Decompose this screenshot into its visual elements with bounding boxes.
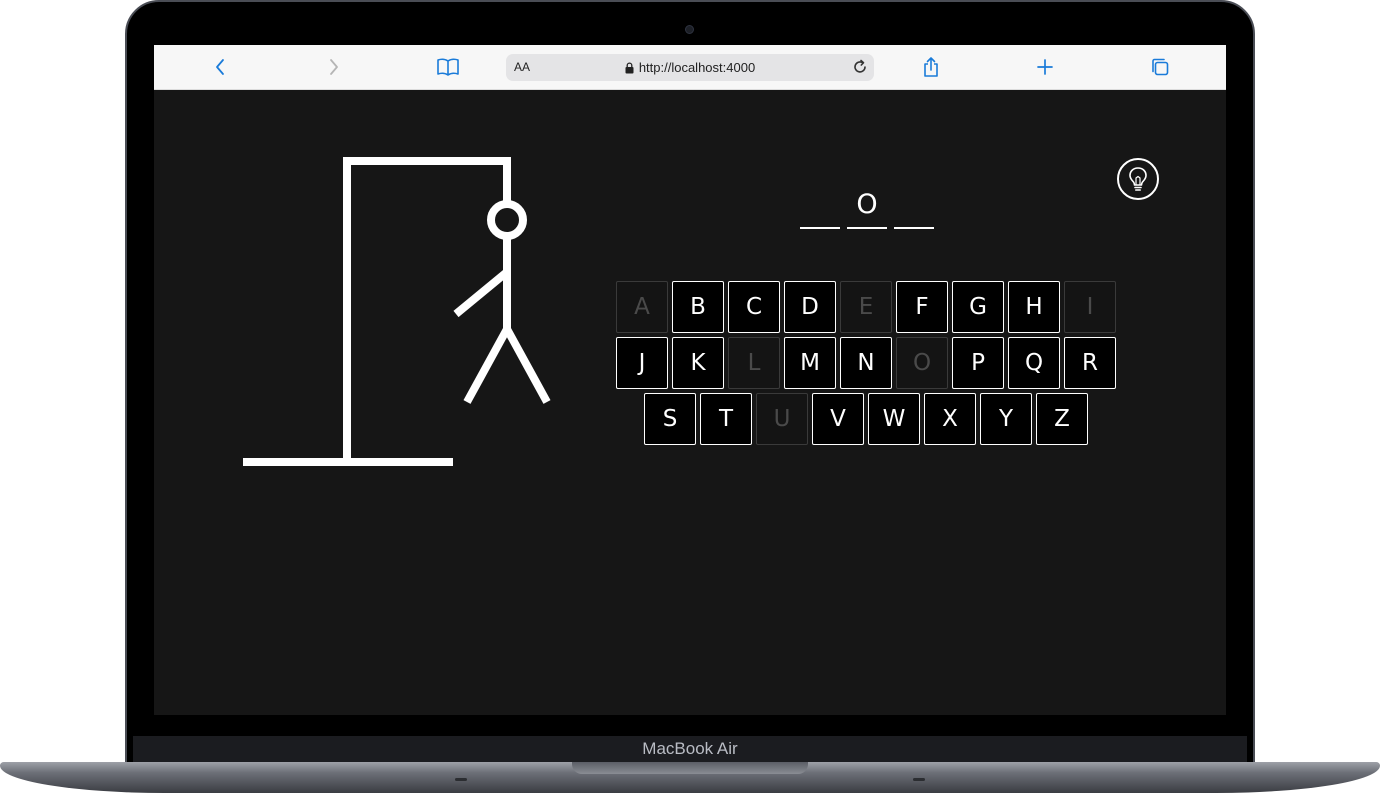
chevron-left-icon <box>216 59 224 75</box>
key-a[interactable]: A <box>616 281 668 333</box>
key-e[interactable]: E <box>840 281 892 333</box>
key-v[interactable]: V <box>812 393 864 445</box>
word-slot <box>800 187 840 229</box>
word-slot <box>894 187 934 229</box>
word-display: O <box>800 187 934 229</box>
hangman-left-arm <box>453 268 510 318</box>
hangman-drawing <box>243 157 551 466</box>
hint-button[interactable] <box>1117 158 1159 200</box>
bookmarks-button[interactable] <box>435 55 461 79</box>
key-l[interactable]: L <box>728 337 780 389</box>
key-s[interactable]: S <box>644 393 696 445</box>
key-j[interactable]: J <box>616 337 668 389</box>
key-u[interactable]: U <box>756 393 808 445</box>
laptop-foot <box>913 778 925 781</box>
keyboard-row: J K L M N O P Q R <box>616 337 1116 389</box>
keyboard-row: S T U V W X Y Z <box>644 393 1116 445</box>
forward-button[interactable] <box>321 55 347 79</box>
key-d[interactable]: D <box>784 281 836 333</box>
laptop-hinge-notch <box>572 762 808 774</box>
reload-icon <box>854 59 866 73</box>
key-n[interactable]: N <box>840 337 892 389</box>
plus-icon <box>1037 59 1053 75</box>
lock-icon <box>625 61 634 73</box>
camera-icon <box>685 25 694 34</box>
hangman-left-leg <box>463 327 511 404</box>
key-q[interactable]: Q <box>1008 337 1060 389</box>
back-button[interactable] <box>207 55 233 79</box>
tabs-icon <box>1152 58 1169 76</box>
browser-screen: AA http://localhost:4000 O A B C D E F G… <box>154 45 1226 715</box>
key-h[interactable]: H <box>1008 281 1060 333</box>
key-w[interactable]: W <box>868 393 920 445</box>
key-t[interactable]: T <box>700 393 752 445</box>
key-x[interactable]: X <box>924 393 976 445</box>
key-o[interactable]: O <box>896 337 948 389</box>
key-k[interactable]: K <box>672 337 724 389</box>
reload-button[interactable] <box>850 57 870 77</box>
key-z[interactable]: Z <box>1036 393 1088 445</box>
url-text: http://localhost:4000 <box>638 60 756 75</box>
key-i[interactable]: I <box>1064 281 1116 333</box>
laptop-foot <box>455 778 467 781</box>
browser-toolbar: AA http://localhost:4000 <box>154 45 1226 90</box>
address-bar[interactable]: AA http://localhost:4000 <box>506 54 874 81</box>
share-button[interactable] <box>918 55 944 79</box>
hangman-right-leg <box>503 327 551 404</box>
chevron-right-icon <box>330 59 338 75</box>
key-c[interactable]: C <box>728 281 780 333</box>
word-slot: O <box>847 187 887 229</box>
book-icon <box>437 58 459 76</box>
key-f[interactable]: F <box>896 281 948 333</box>
hangman-head <box>487 200 527 240</box>
device-brand-label: MacBook Air <box>642 739 738 758</box>
share-icon <box>924 57 938 77</box>
key-p[interactable]: P <box>952 337 1004 389</box>
lightbulb-icon <box>1129 167 1147 191</box>
keyboard-row: A B C D E F G H I <box>616 281 1116 333</box>
key-g[interactable]: G <box>952 281 1004 333</box>
key-m[interactable]: M <box>784 337 836 389</box>
key-b[interactable]: B <box>672 281 724 333</box>
key-r[interactable]: R <box>1064 337 1116 389</box>
letter-keyboard: A B C D E F G H I J K L M N O P Q R S T … <box>616 281 1116 449</box>
tabs-button[interactable] <box>1147 55 1173 79</box>
key-y[interactable]: Y <box>980 393 1032 445</box>
new-tab-button[interactable] <box>1032 55 1058 79</box>
